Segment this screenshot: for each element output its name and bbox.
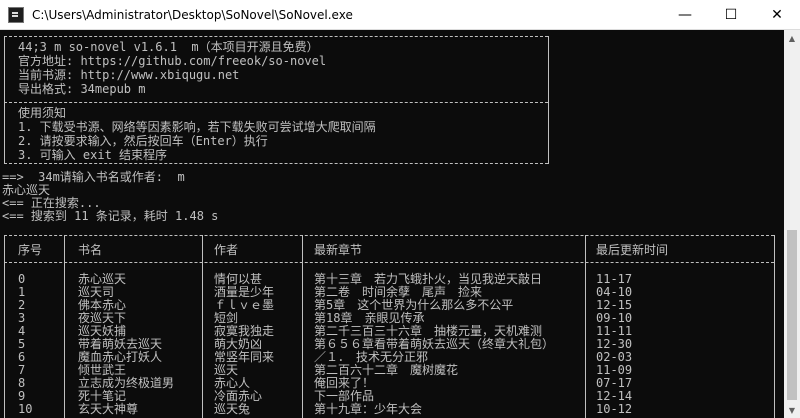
table-cell-latest-chapter: 第十九章：少年大会: [314, 402, 423, 416]
info-box-right-border: [548, 36, 549, 104]
table-column-divider: [774, 235, 775, 418]
table-header-updated: 最后更新时间: [596, 243, 669, 257]
notice-item-3: 3. 可输入 exit 结束程序: [18, 148, 168, 162]
console-app-icon: [8, 6, 24, 23]
info-version: 44;3 m so-novel v1.6.1 m（本项目开源且免费）: [18, 40, 319, 54]
console-output[interactable]: 44;3 m so-novel v1.6.1 m（本项目开源且免费） 官方地址:…: [0, 30, 784, 418]
table-header-divider: [4, 262, 774, 263]
info-box-left-border: [4, 36, 5, 104]
search-status: <== 正在搜索...: [2, 196, 101, 210]
info-box-divider: [4, 102, 548, 103]
table-cell-book-title: 玄天大神尊: [78, 402, 139, 416]
table-top-border: [4, 235, 774, 236]
info-box-top-border: [4, 36, 548, 37]
table-cell-updated: 10-12: [596, 402, 633, 416]
search-query-input[interactable]: 赤心巡天: [2, 183, 50, 197]
info-homepage: 官方地址: https://github.com/freeok/so-novel: [18, 54, 327, 68]
notice-box-right-border: [548, 102, 549, 164]
scroll-up-arrow-icon[interactable]: ▲: [784, 30, 800, 46]
scroll-down-arrow-icon[interactable]: ▼: [784, 402, 800, 418]
window-controls: — ☐ ✕: [662, 0, 800, 30]
search-result-summary: <== 搜索到 11 条记录，耗时 1.48 s: [2, 209, 219, 223]
window-title: C:\Users\Administrator\Desktop\SoNovel\S…: [32, 7, 353, 22]
minimize-button[interactable]: —: [662, 0, 708, 30]
title-bar[interactable]: C:\Users\Administrator\Desktop\SoNovel\S…: [0, 0, 800, 30]
notice-box-left-border: [4, 102, 5, 164]
table-cell-author: 巡天兔: [214, 402, 251, 416]
info-book-source: 当前书源: http://www.xbiqugu.net: [18, 68, 240, 82]
table-header-index: 序号: [18, 243, 43, 257]
scrollbar-thumb[interactable]: [787, 230, 797, 400]
table-header-book-title: 书名: [78, 243, 103, 257]
notice-item-2: 2. 请按要求输入，然后按回车（Enter）执行: [18, 134, 268, 148]
search-prompt: ==> 34m请输入书名或作者: m: [2, 170, 185, 184]
maximize-button[interactable]: ☐: [708, 0, 754, 30]
table-header-author: 作者: [214, 243, 239, 257]
notice-box-bottom-border: [4, 163, 548, 164]
console-window: C:\Users\Administrator\Desktop\SoNovel\S…: [0, 0, 800, 418]
notice-item-1: 1. 下载受书源、网络等因素影响，若下载失败可尝试增大爬取间隔: [18, 120, 376, 134]
table-cell-index: 10: [18, 402, 33, 416]
notice-title: 使用须知: [18, 106, 67, 120]
close-button[interactable]: ✕: [754, 0, 800, 30]
info-export-format: 导出格式: 34mepub m: [18, 82, 146, 96]
table-header-latest-chapter: 最新章节: [314, 243, 363, 257]
vertical-scrollbar[interactable]: ▲ ▼: [784, 30, 800, 418]
